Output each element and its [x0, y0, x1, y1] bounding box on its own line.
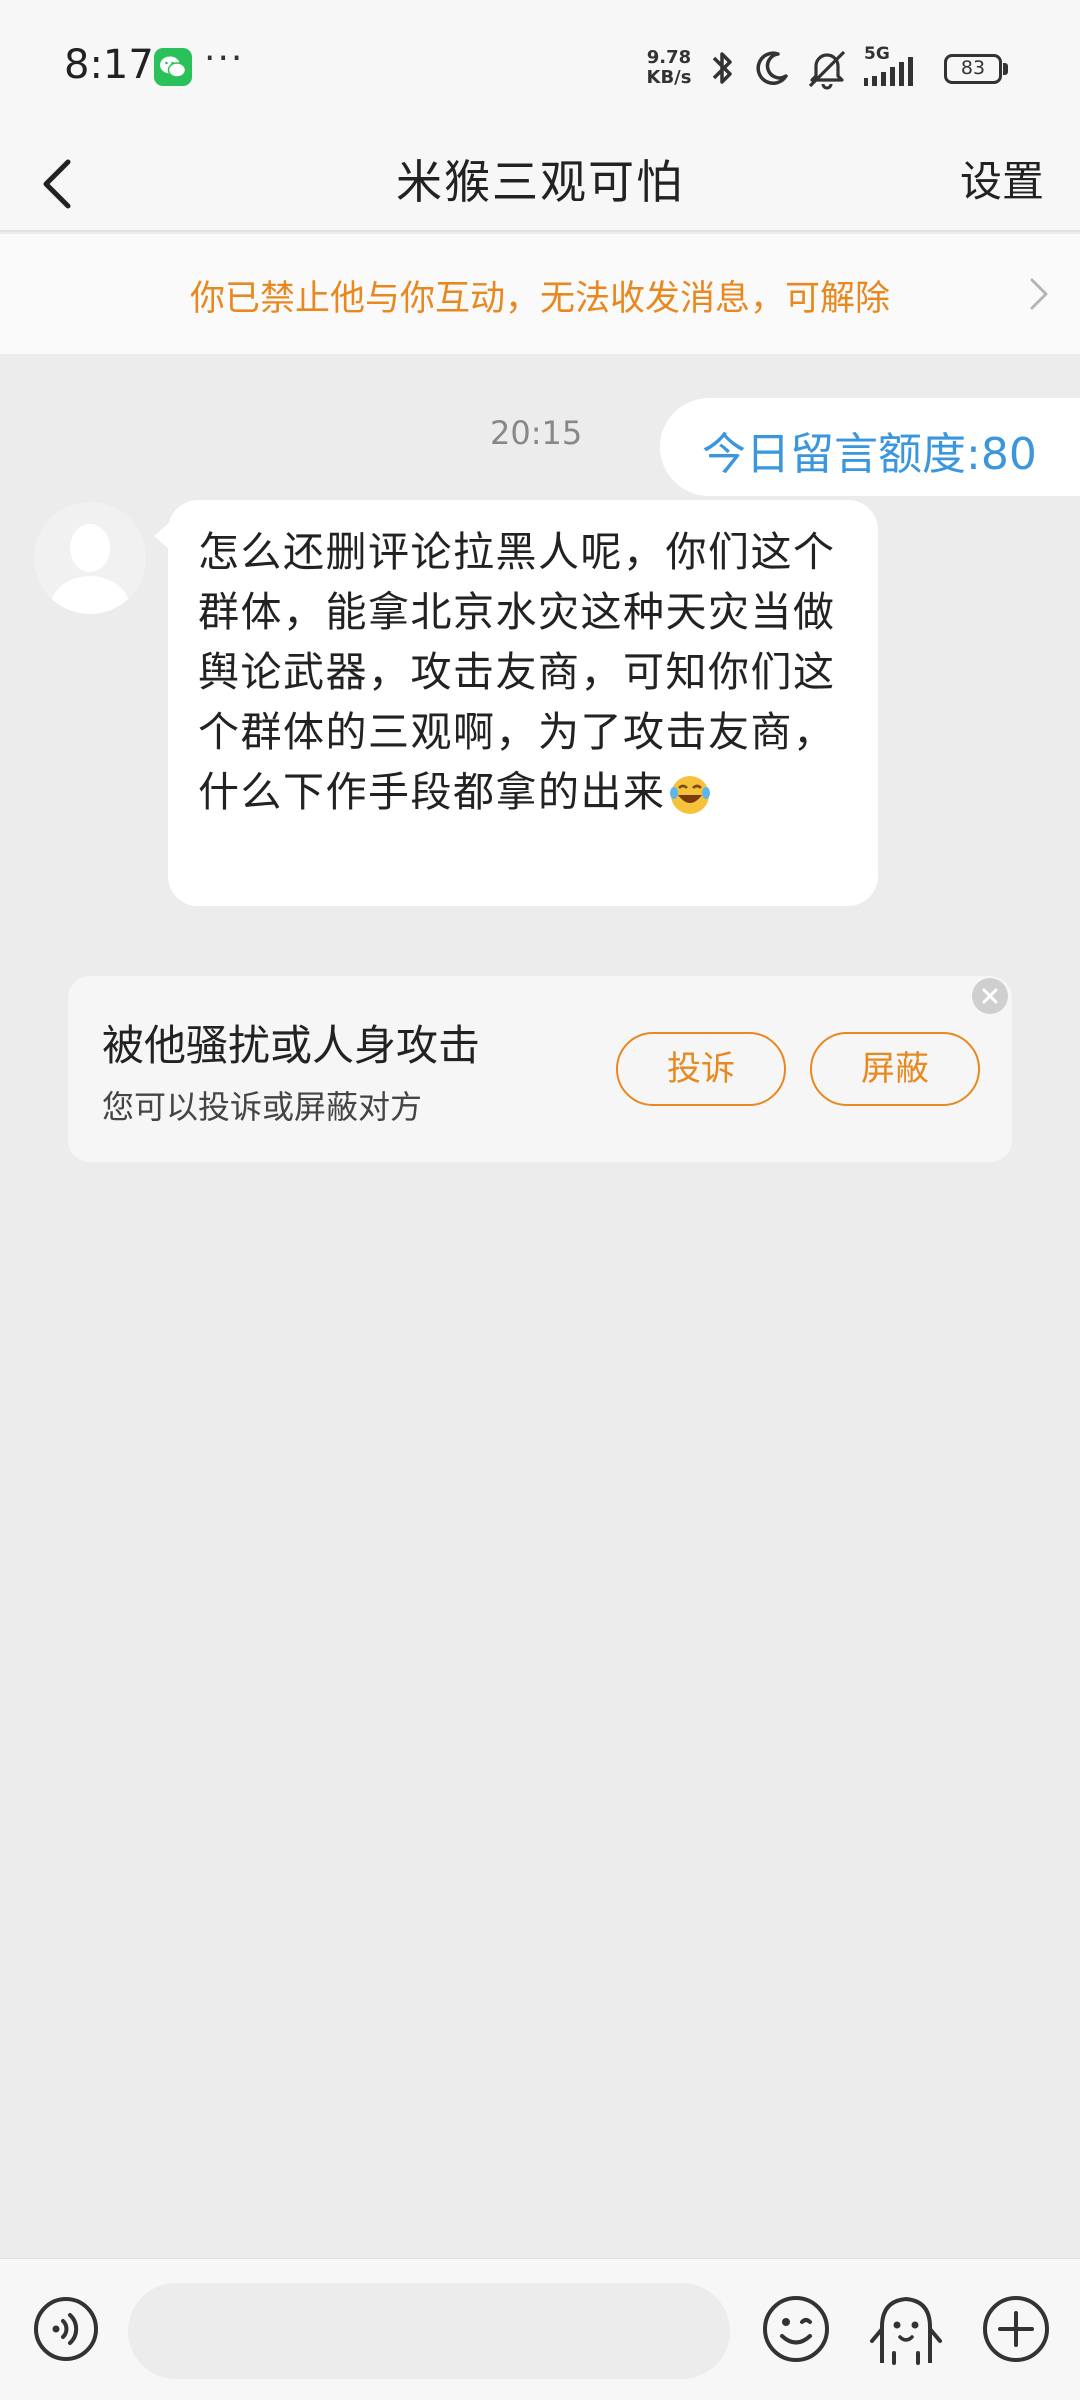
- page-title: 米猴三观可怕: [396, 155, 684, 209]
- close-card-button[interactable]: [972, 978, 1008, 1014]
- report-card-title: 被他骚扰或人身攻击: [102, 1021, 481, 1070]
- settings-button[interactable]: 设置: [960, 148, 1044, 209]
- laughing-tears-icon: [669, 776, 710, 814]
- message-bubble[interactable]: 怎么还删评论拉黑人呢，你们这个群体，能拿北京水灾这种天灾当做舆论武器，攻击友商，…: [154, 500, 878, 906]
- report-card-subtitle: 您可以投诉或屏蔽对方: [102, 1088, 423, 1126]
- sticker-button[interactable]: [868, 2289, 944, 2367]
- net-speed-value: 9.78: [646, 47, 692, 68]
- message-text: 怎么还删评论拉黑人呢，你们这个群体，能拿北京水灾这种天灾当做舆论武器，攻击友商，…: [198, 522, 848, 822]
- blocked-notice-banner[interactable]: 你已禁止他与你互动，无法收发消息，可解除: [0, 234, 1080, 354]
- daily-quota-pill: 今日留言额度:80: [660, 398, 1080, 496]
- net-speed: 9.78 KB/s: [640, 48, 698, 88]
- harassment-report-card: 被他骚扰或人身攻击 您可以投诉或屏蔽对方 投诉 屏蔽: [68, 976, 1012, 1162]
- status-time: 8:17: [64, 42, 154, 88]
- smiley-icon: [763, 2296, 829, 2362]
- muted-bell-icon: [808, 50, 846, 90]
- battery-icon: 83: [944, 54, 1008, 84]
- sticker-mascot-icon: [870, 2297, 942, 2365]
- voice-input-button[interactable]: [32, 2295, 100, 2363]
- title-bar: 米猴三观可怕 设置: [0, 140, 1080, 232]
- emoji-button[interactable]: [760, 2293, 832, 2365]
- close-icon: [982, 988, 998, 1004]
- blocked-notice-text: 你已禁止他与你互动，无法收发消息，可解除: [189, 279, 890, 319]
- message-timestamp: 20:15: [490, 414, 583, 452]
- more-notifications-icon: ···: [204, 38, 245, 79]
- daily-quota-text: 今日留言额度:80: [702, 429, 1037, 480]
- net-speed-unit: KB/s: [646, 67, 692, 88]
- complain-button[interactable]: 投诉: [616, 1032, 786, 1106]
- battery-level: 83: [960, 57, 986, 79]
- avatar[interactable]: [34, 502, 146, 614]
- status-bar: 8:17 ··· 9.78 KB/s 5G 83: [0, 0, 1080, 140]
- signal-strength-icon: [864, 57, 913, 86]
- block-user-button[interactable]: 屏蔽: [810, 1032, 980, 1106]
- voice-icon: [34, 2297, 98, 2361]
- input-bar: [0, 2258, 1080, 2400]
- do-not-disturb-moon-icon: [756, 51, 788, 85]
- default-avatar-icon: [48, 524, 132, 614]
- chevron-right-icon: [1030, 278, 1048, 310]
- message-body: 怎么还删评论拉黑人呢，你们这个群体，能拿北京水灾这种天灾当做舆论武器，攻击友商，…: [198, 528, 836, 816]
- bluetooth-icon: [712, 52, 732, 84]
- plus-icon: [983, 2296, 1049, 2362]
- message-input[interactable]: [128, 2283, 730, 2379]
- more-options-button[interactable]: [980, 2293, 1052, 2365]
- wechat-notification-icon: [154, 48, 192, 86]
